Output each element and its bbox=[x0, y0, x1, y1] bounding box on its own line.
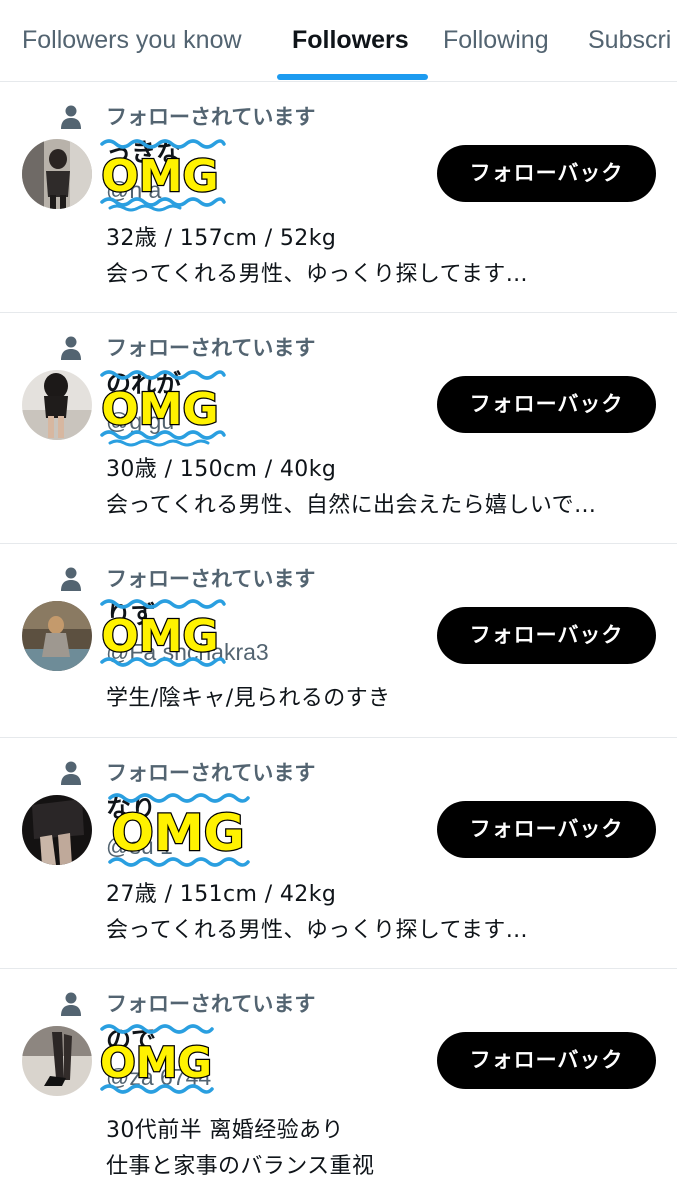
user-cell[interactable]: フォローされています りず @Fa shchakra3 OMG フォローバック … bbox=[0, 544, 677, 738]
follow-back-button[interactable]: フォローバック bbox=[437, 145, 656, 202]
bio-line: 32歳 / 157cm / 52kg bbox=[106, 226, 337, 251]
avatar[interactable] bbox=[22, 601, 92, 671]
bio-line: 30代前半 离婚经验あり bbox=[106, 1118, 344, 1143]
follows-you-label: フォローされています bbox=[106, 567, 316, 591]
tab-subscriptions[interactable]: Subscri bbox=[588, 24, 671, 56]
person-icon bbox=[61, 105, 81, 129]
follow-back-button[interactable]: フォローバック bbox=[437, 801, 656, 858]
avatar[interactable] bbox=[22, 370, 92, 440]
user-cell[interactable]: フォローされています ので @za 6744 OMG フォローバック 30代前半… bbox=[0, 969, 677, 1200]
person-icon bbox=[61, 567, 81, 591]
omg-sticker: OMG bbox=[100, 370, 226, 447]
follows-you-label: フォローされています bbox=[106, 105, 316, 129]
bio-line: 30歳 / 150cm / 40kg bbox=[106, 457, 337, 482]
follow-back-button[interactable]: フォローバック bbox=[437, 376, 656, 433]
omg-sticker: OMG bbox=[108, 793, 250, 867]
follow-back-button[interactable]: フォローバック bbox=[437, 1032, 656, 1089]
tab-followers[interactable]: Followers bbox=[292, 24, 409, 56]
avatar[interactable] bbox=[22, 139, 92, 209]
svg-text:OMG: OMG bbox=[111, 804, 244, 862]
active-tab-indicator bbox=[277, 74, 428, 80]
svg-text:OMG: OMG bbox=[101, 611, 218, 662]
bio-line: 学生/陰キャ/見られるのすき bbox=[106, 686, 391, 711]
user-cell[interactable]: フォローされています のれが @g gu OMG フォローバック 30歳 / 1… bbox=[0, 313, 677, 544]
tab-bar: Followers you know Followers Following S… bbox=[0, 0, 677, 82]
tab-followers-you-know[interactable]: Followers you know bbox=[22, 24, 242, 56]
bio-line: 会ってくれる男性、ゆっくり探してます… bbox=[106, 262, 529, 287]
user-cell[interactable]: フォローされています っきな @h a OMG フォローバック 32歳 / 15… bbox=[0, 82, 677, 313]
tab-following[interactable]: Following bbox=[443, 24, 549, 56]
omg-sticker: OMG bbox=[100, 599, 226, 667]
avatar[interactable] bbox=[22, 1026, 92, 1096]
bio-line: 仕事と家事のバランス重视 bbox=[106, 1154, 375, 1179]
svg-text:OMG: OMG bbox=[101, 151, 218, 202]
follows-you-label: フォローされています bbox=[106, 761, 316, 785]
person-icon bbox=[61, 992, 81, 1016]
svg-text:OMG: OMG bbox=[101, 384, 218, 435]
person-icon bbox=[61, 336, 81, 360]
omg-sticker: OMG bbox=[100, 139, 226, 212]
avatar[interactable] bbox=[22, 795, 92, 865]
bio-line: 会ってくれる男性、自然に出会えたら嬉しいで… bbox=[106, 493, 597, 518]
omg-sticker: OMG bbox=[99, 1024, 214, 1094]
bio-line: 27歳 / 151cm / 42kg bbox=[106, 882, 337, 907]
svg-text:OMG: OMG bbox=[100, 1038, 212, 1087]
user-cell[interactable]: フォローされています なり @su 1 OMG フォローバック 27歳 / 15… bbox=[0, 738, 677, 969]
follows-you-label: フォローされています bbox=[106, 336, 316, 360]
person-icon bbox=[61, 761, 81, 785]
bio-line: 会ってくれる男性、ゆっくり探してます… bbox=[106, 918, 529, 943]
follows-you-label: フォローされています bbox=[106, 992, 316, 1016]
follow-back-button[interactable]: フォローバック bbox=[437, 607, 656, 664]
